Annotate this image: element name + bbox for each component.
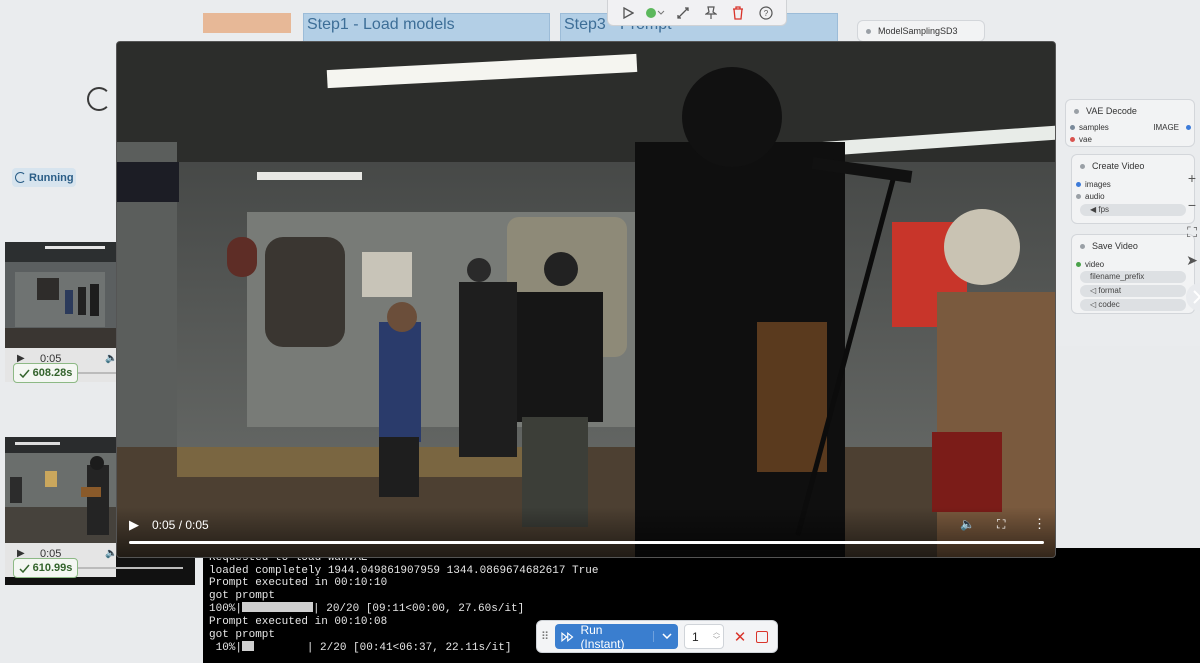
collapse-dot-icon[interactable] xyxy=(1080,163,1085,169)
trash-icon[interactable] xyxy=(727,2,749,24)
progress-stats: | 2/20 [00:41<06:37, 22.11s/it] xyxy=(254,642,512,655)
node-title: VAE Decode xyxy=(1086,106,1137,116)
progress-stats: | 20/20 [09:11<00:00, 27.60s/it] xyxy=(313,603,525,616)
widget-label: codec xyxy=(1098,300,1120,309)
filename-prefix-widget[interactable]: filename_prefix xyxy=(1080,271,1186,283)
video-controls: ▶ 0:05 / 0:05 🔈 ⛶ ⋮ xyxy=(117,507,1055,557)
zoom-in-icon[interactable]: + xyxy=(1188,170,1196,186)
progress-percent: 10%| xyxy=(209,642,243,655)
input-slot-dot-icon[interactable] xyxy=(1070,137,1075,142)
volume-icon[interactable]: 🔈 xyxy=(105,353,116,364)
spinner-icon xyxy=(15,172,26,183)
node-vae-decode[interactable]: VAE Decode samples IMAGE vae xyxy=(1065,99,1195,147)
fullscreen-icon[interactable]: ⛶ xyxy=(997,517,1005,532)
run-label: Run (Instant) xyxy=(580,622,625,651)
node-title: Save Video xyxy=(1092,241,1138,251)
widget-label: filename_prefix xyxy=(1090,272,1145,281)
input-label: audio xyxy=(1085,192,1105,201)
group-header-collapsed[interactable] xyxy=(203,13,291,33)
input-slot-dot-icon[interactable] xyxy=(1076,262,1081,267)
widget-label: fps xyxy=(1098,205,1110,214)
collapse-dot-icon[interactable] xyxy=(1074,108,1079,114)
queue-item[interactable]: ▶ 0:05 🔈 xyxy=(5,242,116,382)
run-button[interactable]: Run (Instant) xyxy=(555,622,678,651)
svg-text:?: ? xyxy=(764,9,769,18)
cancel-icon[interactable]: ✕ xyxy=(730,628,750,646)
more-options-icon[interactable]: ⋮ xyxy=(1033,516,1046,532)
console-progress-line: 100%| | 20/20 [09:11<00:00, 27.60s/it] xyxy=(209,602,1194,616)
input-slot-dot-icon[interactable] xyxy=(1070,125,1075,130)
increment-icon[interactable]: ︿ xyxy=(713,629,720,637)
loading-spinner-icon xyxy=(87,87,111,111)
decrement-icon[interactable]: ﹀ xyxy=(713,637,720,645)
video-time-display: 0:05 / 0:05 xyxy=(152,518,209,532)
duration-badge: 610.99s xyxy=(13,558,78,578)
link-icon[interactable] xyxy=(672,2,694,24)
play-icon[interactable] xyxy=(617,2,639,24)
console-line: Prompt executed in 00:10:10 xyxy=(209,577,388,590)
duration-text: 610.99s xyxy=(32,562,73,574)
status-dot-icon[interactable] xyxy=(644,2,666,24)
volume-icon[interactable]: 🔈 xyxy=(105,548,116,559)
collapse-dot-icon[interactable] xyxy=(866,28,871,34)
selection-toolbar: ? xyxy=(607,0,787,26)
input-label: images xyxy=(1085,180,1111,189)
node-model-sampling-sd3[interactable]: ModelSamplingSD3 xyxy=(857,20,985,42)
stop-icon[interactable] xyxy=(756,630,768,643)
video-progress-bar[interactable] xyxy=(129,541,1044,544)
group-title: Step1 - Load models xyxy=(307,16,455,33)
batch-count-value: 1 xyxy=(692,629,699,644)
drag-handle-icon[interactable]: ⠿ xyxy=(541,630,549,643)
check-icon xyxy=(19,564,30,573)
duration-badge: 608.28s xyxy=(13,363,78,383)
running-status-badge: Running xyxy=(12,168,76,187)
input-label: video xyxy=(1085,260,1105,269)
fast-forward-icon xyxy=(561,631,574,642)
pin-icon[interactable] xyxy=(700,2,722,24)
cursor-icon[interactable]: ➤ xyxy=(1186,252,1198,269)
help-icon[interactable]: ? xyxy=(755,2,777,24)
format-widget[interactable]: ◁ format xyxy=(1080,285,1186,297)
chevron-down-icon[interactable] xyxy=(653,631,672,642)
batch-count-input[interactable]: 1 ︿ ﹀ xyxy=(684,624,724,649)
progress-percent: 100%| xyxy=(209,603,243,616)
input-slot-dot-icon[interactable] xyxy=(1076,194,1081,199)
zoom-out-icon[interactable]: − xyxy=(1188,197,1196,213)
console-progress-bar xyxy=(242,602,314,613)
console-line: got prompt xyxy=(209,589,276,602)
queue-thumbnail-image[interactable] xyxy=(5,437,116,543)
console-line: loaded completely 1944.049861907959 1344… xyxy=(209,564,599,577)
progress-track xyxy=(78,567,183,569)
run-action-bar: ⠿ Run (Instant) 1 ︿ ﹀ ✕ xyxy=(536,620,778,653)
group-step1-load-models[interactable]: Step1 - Load models xyxy=(303,13,550,43)
node-save-video[interactable]: Save Video video filename_prefix ◁ forma… xyxy=(1071,234,1195,314)
node-title: ModelSamplingSD3 xyxy=(878,26,958,36)
input-label: samples xyxy=(1079,123,1109,132)
console-progress-bar xyxy=(242,641,255,652)
output-label: IMAGE xyxy=(1153,123,1179,132)
collapse-dot-icon[interactable] xyxy=(1080,243,1085,249)
check-icon xyxy=(19,369,30,378)
fit-view-icon[interactable]: ⛶ xyxy=(1187,224,1197,241)
input-slot-dot-icon[interactable] xyxy=(1076,182,1081,187)
widget-label: format xyxy=(1098,286,1122,295)
duration-text: 608.28s xyxy=(32,367,73,379)
fps-widget[interactable]: ◀ fps xyxy=(1080,204,1186,216)
node-title: Create Video xyxy=(1092,161,1145,171)
queue-item[interactable]: ▶ 0:05 🔈 xyxy=(5,437,116,577)
play-icon[interactable]: ▶ xyxy=(129,517,139,533)
video-frame-image xyxy=(117,42,1055,557)
volume-icon[interactable]: 🔈 xyxy=(960,517,975,531)
codec-widget[interactable]: ◁ codec xyxy=(1080,299,1186,311)
node-create-video[interactable]: Create Video images audio ◀ fps xyxy=(1071,154,1195,224)
output-slot-dot-icon[interactable] xyxy=(1186,125,1191,130)
video-player-overlay[interactable]: ▶ 0:05 / 0:05 🔈 ⛶ ⋮ xyxy=(116,41,1056,558)
queue-thumbnail-image[interactable] xyxy=(5,242,116,348)
running-label: Running xyxy=(29,171,74,184)
input-label: vae xyxy=(1079,135,1092,144)
